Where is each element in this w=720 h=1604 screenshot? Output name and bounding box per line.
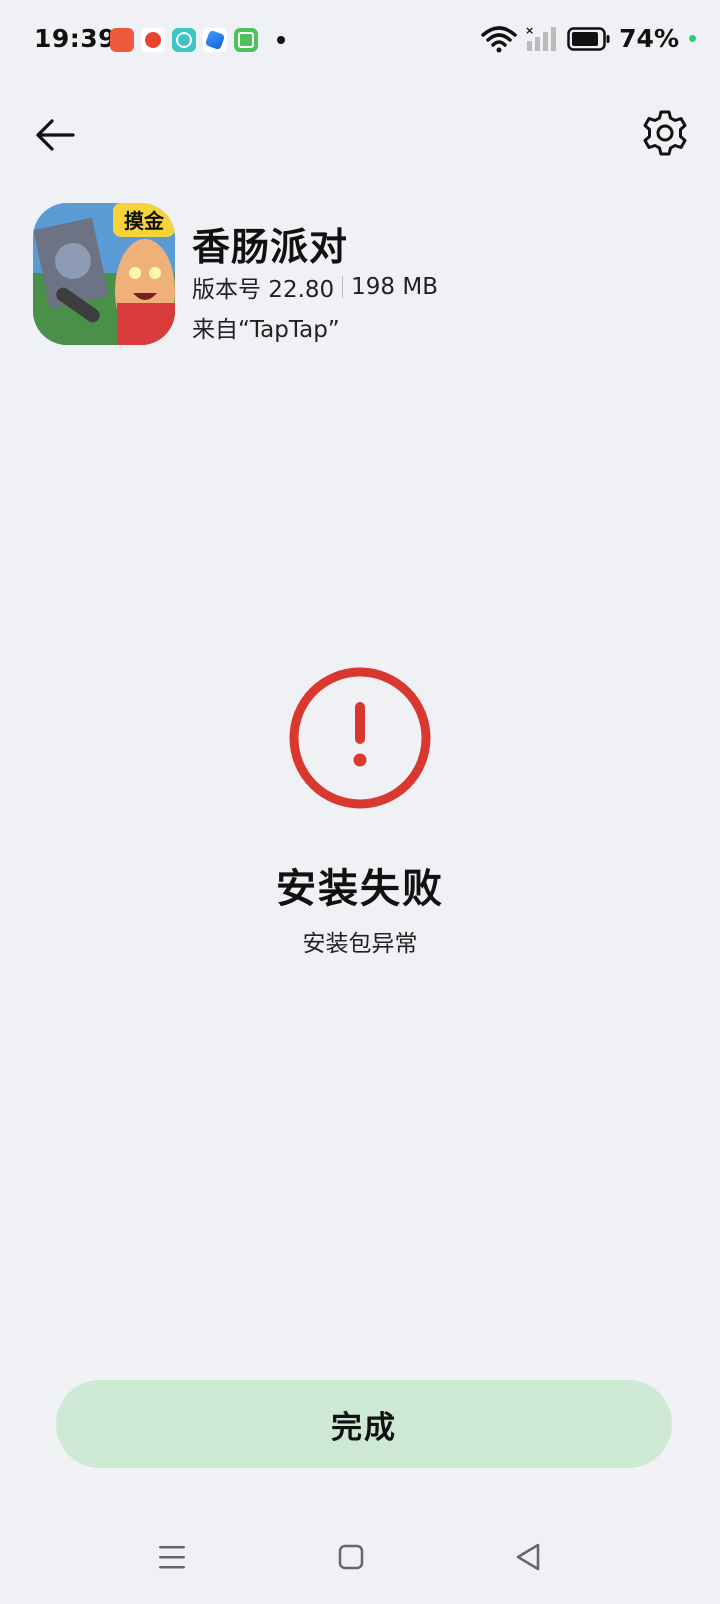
notification-app-icon <box>110 28 134 52</box>
error-exclamation-icon <box>286 664 434 812</box>
app-name: 香肠派对 <box>192 225 349 269</box>
back-button[interactable] <box>30 110 80 160</box>
gear-icon <box>643 110 687 156</box>
meta-divider <box>342 276 344 298</box>
battery-percent: 74% <box>619 24 679 53</box>
battery-icon <box>567 26 610 51</box>
cellular-signal-icon: × <box>525 25 557 51</box>
notification-app-icon <box>234 28 258 52</box>
back-triangle-icon <box>516 1543 540 1571</box>
menu-icon <box>159 1546 185 1569</box>
status-bar: 19:39 × 74% <box>0 0 720 82</box>
app-source: 来自“TapTap” <box>192 317 340 343</box>
app-version: 版本号 22.80 <box>192 277 335 303</box>
app-size: 198 MB <box>351 274 438 300</box>
app-icon-badge: 摸金 <box>124 209 165 233</box>
install-failed-reason: 安装包异常 <box>302 931 418 957</box>
home-icon <box>338 1544 364 1570</box>
nav-back-button[interactable] <box>514 1542 542 1572</box>
install-failed-title: 安装失败 <box>276 866 444 912</box>
nav-home-button[interactable] <box>338 1544 364 1570</box>
more-notifications-dot <box>277 36 285 44</box>
settings-button[interactable] <box>640 108 690 158</box>
back-arrow-icon <box>36 119 75 151</box>
done-button[interactable]: 完成 <box>56 1380 672 1468</box>
status-time: 19:39 <box>34 24 117 53</box>
app-icon: 摸金 <box>33 203 175 345</box>
status-right: × 74% <box>481 24 696 53</box>
notification-app-icon <box>203 28 227 52</box>
notification-icons <box>110 28 285 52</box>
nav-menu-button[interactable] <box>158 1544 186 1570</box>
wifi-icon <box>481 25 517 52</box>
notification-app-icon <box>172 28 196 52</box>
app-meta: 版本号 22.80 198 MB <box>192 270 438 304</box>
charging-dot <box>689 35 696 42</box>
svg-text:×: × <box>525 25 534 37</box>
notification-app-icon <box>141 28 165 52</box>
